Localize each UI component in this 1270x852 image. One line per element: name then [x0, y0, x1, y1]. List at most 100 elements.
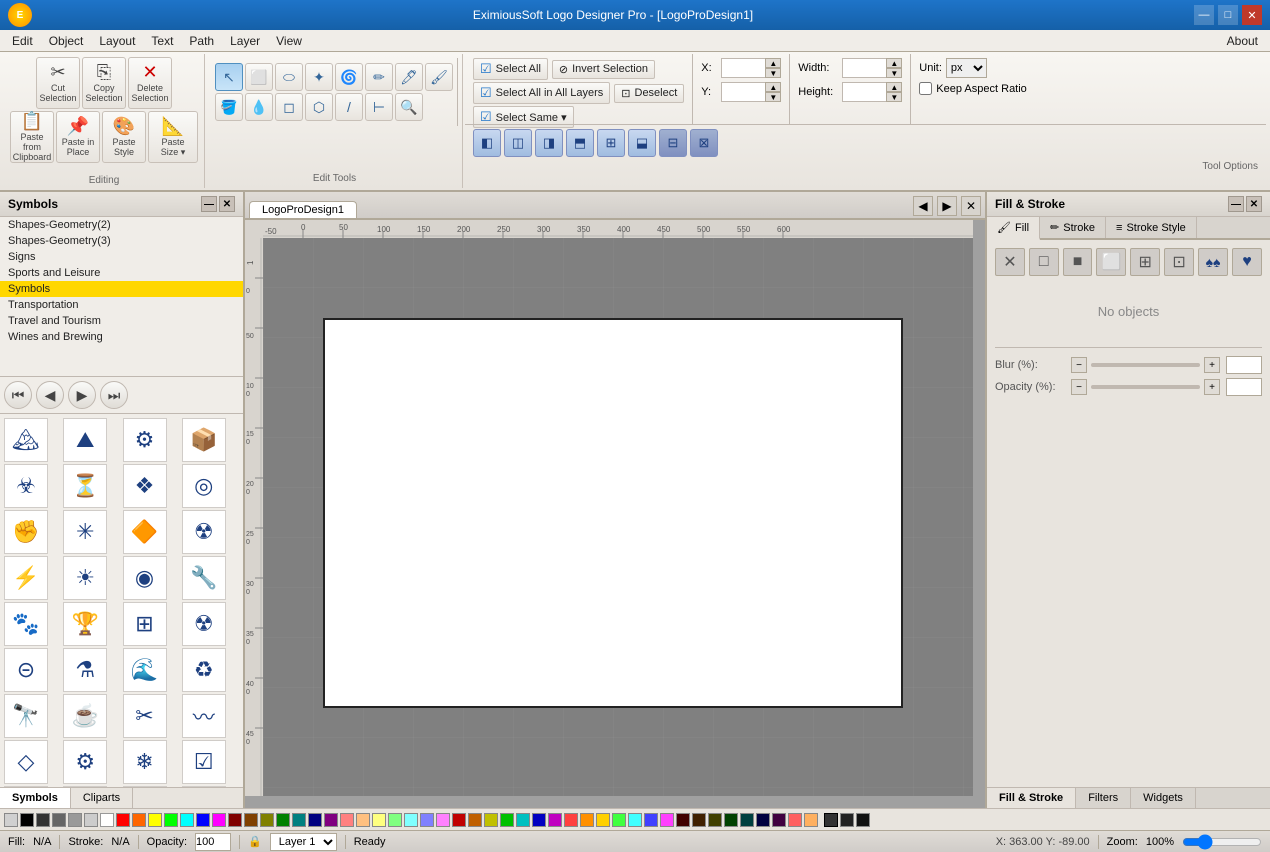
align-center-button[interactable]: ◫: [504, 129, 532, 157]
category-symbols[interactable]: Symbols: [0, 281, 243, 297]
zoom-slider[interactable]: [1182, 834, 1262, 850]
swatch-peach[interactable]: [356, 813, 370, 827]
symbol-13[interactable]: ☀: [63, 556, 107, 600]
symbol-14[interactable]: ◉: [123, 556, 167, 600]
calligraphy-tool-button[interactable]: 🖌: [425, 63, 453, 91]
swatch-lightcyan[interactable]: [404, 813, 418, 827]
category-shapes-geo-2[interactable]: Shapes-Geometry(2): [0, 217, 243, 233]
symbol-25[interactable]: ☕: [63, 694, 107, 738]
symbol-16[interactable]: 🐾: [4, 602, 48, 646]
symbol-4[interactable]: ☣: [4, 464, 48, 508]
swatch-springgreen[interactable]: [612, 813, 626, 827]
symbol-1[interactable]: ⛰: [63, 418, 107, 462]
tab-fill[interactable]: 🖌 Fill: [987, 217, 1040, 240]
symbol-17[interactable]: 🏆: [63, 602, 107, 646]
heart-button[interactable]: ♥: [1232, 248, 1262, 276]
panel-minimize-button[interactable]: —: [201, 196, 217, 212]
blur-slider[interactable]: [1091, 363, 1200, 367]
paste-style-button[interactable]: 🎨 PasteStyle: [102, 111, 146, 163]
swatch-darkteal[interactable]: [740, 813, 754, 827]
symbol-5[interactable]: ⏳: [63, 464, 107, 508]
fill-tool-button[interactable]: 🪣: [215, 93, 243, 121]
swatch-gold[interactable]: [596, 813, 610, 827]
fill-radial-button[interactable]: ⬜: [1096, 248, 1126, 276]
swatch-dark1[interactable]: [824, 813, 838, 827]
fill-pattern-button[interactable]: ⊞: [1130, 248, 1160, 276]
fill-linear-button[interactable]: ■: [1063, 248, 1093, 276]
opacity-decrease-button[interactable]: −: [1071, 379, 1087, 395]
swatch-darkred[interactable]: [228, 813, 242, 827]
unit-select[interactable]: pxmmcmin: [946, 58, 987, 78]
rect-tool-button[interactable]: ⬜: [245, 63, 273, 91]
opacity-value-input[interactable]: 0: [1226, 378, 1262, 396]
star-tool-button[interactable]: ✦: [305, 63, 333, 91]
zoom-tool-button[interactable]: 🔍: [395, 93, 423, 121]
x-down-button[interactable]: ▼: [765, 68, 781, 78]
swatch-amber[interactable]: [468, 813, 482, 827]
fill-swatch-button[interactable]: ⊡: [1164, 248, 1194, 276]
opacity-status-input[interactable]: [195, 833, 231, 851]
symbol-10[interactable]: 🔶: [123, 510, 167, 554]
swatch-darkgreen[interactable]: [276, 813, 290, 827]
swatch-aqua[interactable]: [628, 813, 642, 827]
fs-minimize-button[interactable]: —: [1228, 196, 1244, 212]
align-left-button[interactable]: ◧: [473, 129, 501, 157]
height-down-button[interactable]: ▼: [886, 92, 902, 102]
menu-view[interactable]: View: [268, 32, 310, 50]
swatch-lightred[interactable]: [340, 813, 354, 827]
fill-flat-button[interactable]: □: [1029, 248, 1059, 276]
width-down-button[interactable]: ▼: [886, 68, 902, 78]
canvas-scroll-area[interactable]: [263, 238, 973, 796]
swatch-darkorange[interactable]: [580, 813, 594, 827]
pencil-tool-button[interactable]: ✏: [365, 63, 393, 91]
swatch-teal[interactable]: [292, 813, 306, 827]
symbol-27[interactable]: 〰: [182, 694, 226, 738]
tab-stroke[interactable]: ✏ Stroke: [1040, 217, 1106, 238]
opacity-increase-button[interactable]: +: [1204, 379, 1220, 395]
menu-layout[interactable]: Layout: [91, 32, 143, 50]
swatch-green[interactable]: [164, 813, 178, 827]
symbol-11[interactable]: ☢: [182, 510, 226, 554]
swatch-maroon[interactable]: [676, 813, 690, 827]
line-tool-button[interactable]: /: [335, 93, 363, 121]
nav-last-button[interactable]: ⏭: [100, 381, 128, 409]
symbol-22[interactable]: 🌊: [123, 648, 167, 692]
swatch-turquoise[interactable]: [516, 813, 530, 827]
tab-cliparts[interactable]: Cliparts: [71, 788, 133, 808]
eraser-tool-button[interactable]: ◻: [275, 93, 303, 121]
bottom-tab-fill-stroke[interactable]: Fill & Stroke: [987, 788, 1076, 808]
x-up-button[interactable]: ▲: [765, 58, 781, 68]
paste-inplace-button[interactable]: 📌 Paste inPlace: [56, 111, 100, 163]
ellipse-tool-button[interactable]: ⬭: [275, 63, 303, 91]
swatch-medblue[interactable]: [644, 813, 658, 827]
delete-button[interactable]: ✕ DeleteSelection: [128, 57, 172, 109]
symbol-15[interactable]: 🔧: [182, 556, 226, 600]
select-all-layers-button[interactable]: ☑ Select All in All Layers: [473, 82, 610, 104]
cut-button[interactable]: ✂ CutSelection: [36, 57, 80, 109]
distribute-h-button[interactable]: ⊟: [659, 129, 687, 157]
swatch-violet[interactable]: [548, 813, 562, 827]
swatch-lightgreen[interactable]: [388, 813, 402, 827]
symbol-23[interactable]: ♻: [182, 648, 226, 692]
swatch-lime[interactable]: [484, 813, 498, 827]
menu-path[interactable]: Path: [181, 32, 222, 50]
bottom-tab-filters[interactable]: Filters: [1076, 788, 1131, 808]
swatch-midnight[interactable]: [756, 813, 770, 827]
swatch-gray[interactable]: [52, 813, 66, 827]
close-button[interactable]: ✕: [1242, 5, 1262, 25]
swatch-blue[interactable]: [196, 813, 210, 827]
symbol-24[interactable]: 🔭: [4, 694, 48, 738]
category-wines[interactable]: Wines and Brewing: [0, 329, 243, 345]
symbol-12[interactable]: ⚡: [4, 556, 48, 600]
select-tool-button[interactable]: ↖: [215, 63, 243, 91]
opacity-slider[interactable]: [1091, 385, 1200, 389]
tab-symbols[interactable]: Symbols: [0, 788, 71, 808]
swatch-darkgray[interactable]: [36, 813, 50, 827]
symbol-7[interactable]: ◎: [182, 464, 226, 508]
swatch-magenta[interactable]: [212, 813, 226, 827]
swatch-midgray[interactable]: [68, 813, 82, 827]
symbol-18[interactable]: ⊞: [123, 602, 167, 646]
connector-tool-button[interactable]: ⊢: [365, 93, 393, 121]
y-down-button[interactable]: ▼: [765, 92, 781, 102]
symbol-19[interactable]: ☢: [182, 602, 226, 646]
